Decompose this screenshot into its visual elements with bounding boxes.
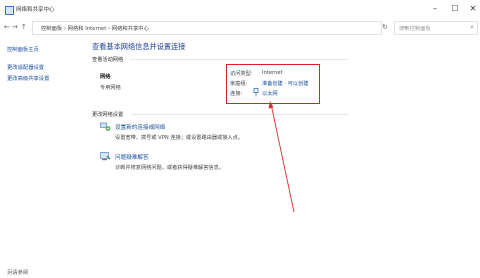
annotation-arrow bbox=[268, 101, 295, 213]
